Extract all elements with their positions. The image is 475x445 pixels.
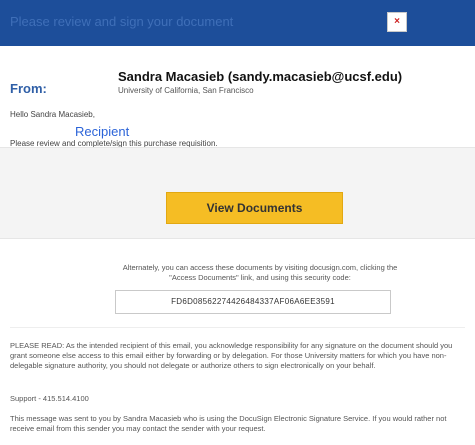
support-phone: Support - 415.514.4100 [10, 394, 89, 403]
sender-name: Sandra Macasieb (sandy.macasieb@ucsf.edu… [118, 69, 403, 84]
section-divider [10, 327, 465, 328]
broken-image-glyph: × [394, 16, 400, 27]
action-section: View Documents [0, 147, 475, 239]
greeting-text: Hello Sandra Macasieb, [10, 110, 95, 119]
header-title: Please review and sign your document [10, 14, 234, 29]
view-documents-button[interactable]: View Documents [166, 192, 343, 224]
footer-note: This message was sent to you by Sandra M… [10, 414, 447, 433]
from-label: From: [10, 81, 47, 96]
sender-section: From: Sandra Macasieb (sandy.macasieb@uc… [0, 46, 475, 148]
alternate-access-text: Alternately, you can access these docume… [122, 263, 398, 282]
recipient-label: Recipient [75, 124, 130, 139]
legal-notice: PLEASE READ: As the intended recipient o… [10, 341, 453, 370]
security-code-field[interactable]: FD6D08562274426484337AF06A6EE3591 [115, 290, 391, 314]
broken-image-icon: × [387, 12, 407, 32]
email-header: Please review and sign your document × [0, 0, 475, 46]
sender-organization: University of California, San Francisco [118, 86, 254, 95]
